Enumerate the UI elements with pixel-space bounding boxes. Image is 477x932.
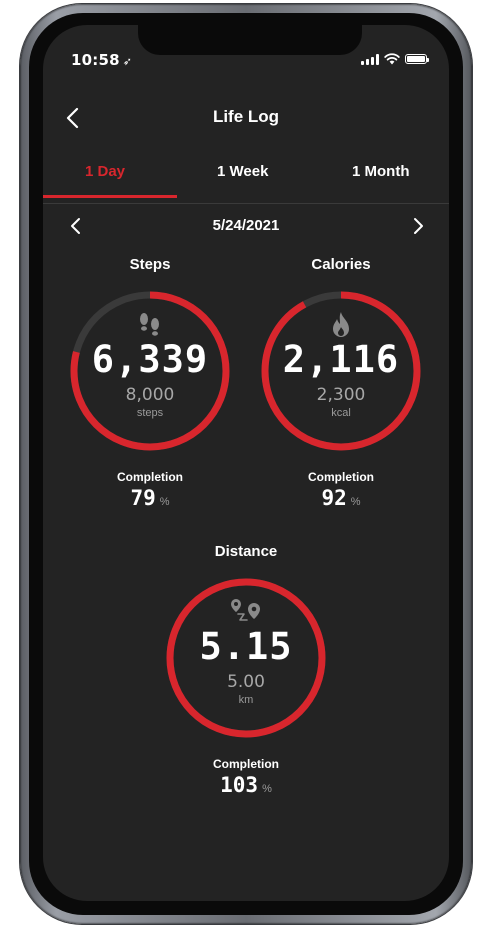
distance-completion-value: 103 — [220, 773, 259, 797]
active-tab-indicator — [43, 195, 177, 198]
steps-completion-unit: % — [159, 496, 170, 508]
footprints-icon — [140, 313, 159, 336]
calories-value: 2,116 — [282, 338, 400, 381]
app-screen: 10:58 ➶ Life Log 1 Day 1 Week 1 Month 5/… — [43, 25, 449, 901]
calories-goal: 2,300 — [316, 385, 366, 405]
distance-completion-label: Completion — [213, 757, 279, 771]
steps-goal: 8,000 — [125, 385, 175, 405]
calories-completion-unit: % — [350, 496, 361, 508]
next-date-button[interactable] — [405, 213, 431, 239]
status-icons — [361, 53, 429, 65]
distance-completion-unit: % — [262, 783, 272, 795]
steps-unit: steps — [136, 407, 164, 419]
steps-card[interactable]: Steps 6,339 8,000 steps Completion 79 % — [65, 256, 235, 510]
calories-completion-label: Completion — [308, 470, 374, 484]
status-time: 10:58 ➶ — [71, 51, 133, 69]
calories-unit: kcal — [331, 407, 351, 419]
phone-frame: 10:58 ➶ Life Log 1 Day 1 Week 1 Month 5/… — [20, 4, 472, 924]
page-title: Life Log — [212, 107, 280, 126]
calories-ring: 2,116 2,300 kcal — [258, 288, 424, 454]
tab-1-month[interactable]: 1 Month — [352, 163, 410, 180]
distance-unit: km — [238, 694, 254, 706]
steps-completion-label: Completion — [117, 470, 183, 484]
distance-completion: 103% — [161, 773, 331, 797]
steps-value: 6,339 — [91, 338, 209, 381]
distance-value: 5.15 — [199, 625, 293, 668]
wifi-icon — [384, 53, 400, 65]
calories-completion: 92% — [256, 486, 426, 510]
distance-title: Distance — [214, 543, 278, 560]
steps-title: Steps — [129, 256, 171, 273]
nav-header: Life Log — [43, 103, 449, 133]
calories-completion-value: 92 — [321, 486, 347, 510]
date-navigator: 5/24/2021 — [43, 213, 449, 239]
distance-goal: 5.00 — [227, 672, 265, 692]
calories-title: Calories — [311, 256, 371, 273]
flame-icon — [333, 312, 349, 337]
steps-completion: 79% — [65, 486, 235, 510]
steps-ring: 6,339 8,000 steps — [67, 288, 233, 454]
current-date: 5/24/2021 — [212, 217, 280, 234]
tab-1-day[interactable]: 1 Day — [85, 163, 125, 180]
cellular-signal-icon — [361, 53, 379, 65]
location-icon: ➶ — [122, 55, 133, 68]
distance-card[interactable]: Distance 5.15 5.00 km Completion 103 % — [161, 543, 331, 797]
tab-1-week[interactable]: 1 Week — [217, 163, 268, 180]
distance-ring: 5.15 5.00 km — [163, 575, 329, 741]
battery-icon — [405, 54, 429, 64]
phone-bezel: 10:58 ➶ Life Log 1 Day 1 Week 1 Month 5/… — [29, 13, 463, 915]
route-icon — [231, 599, 260, 621]
notch — [138, 25, 362, 55]
calories-card[interactable]: Calories 2,116 2,300 kcal Completion 92 … — [256, 256, 426, 510]
steps-completion-value: 79 — [130, 486, 156, 510]
